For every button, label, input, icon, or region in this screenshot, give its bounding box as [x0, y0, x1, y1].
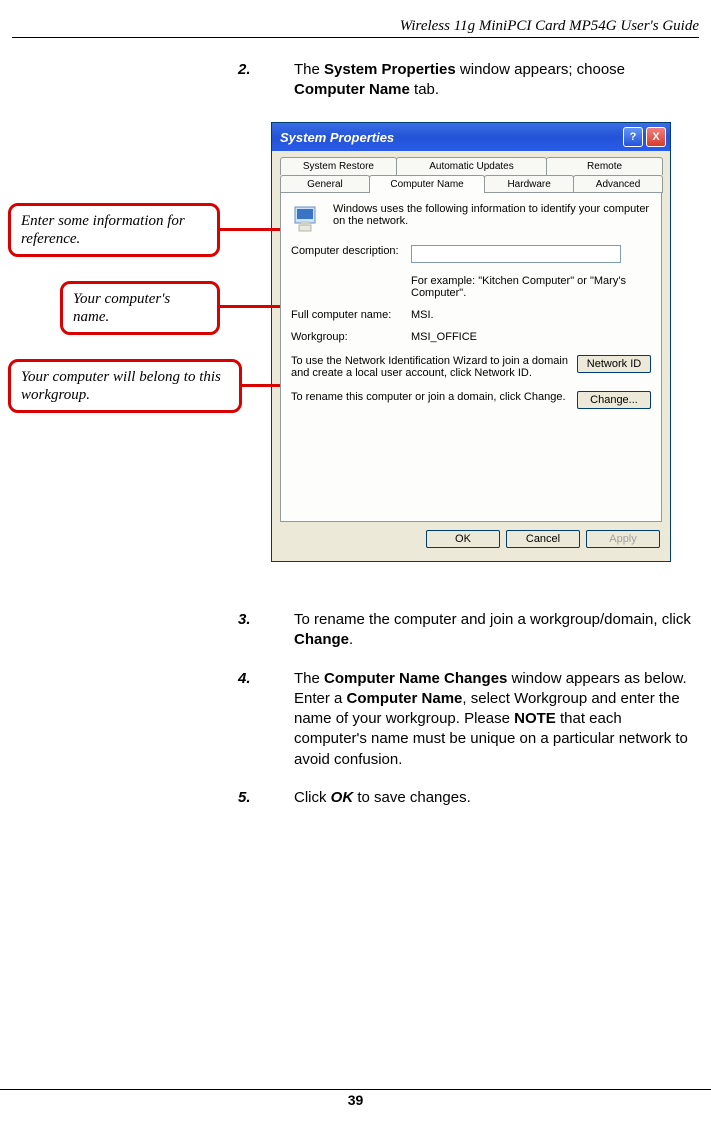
step-3-num: 3. [238, 610, 294, 651]
computer-description-hint: For example: "Kitchen Computer" or "Mary… [411, 275, 651, 299]
callout-description: Enter some information for reference. [8, 203, 220, 257]
network-id-button[interactable]: Network ID [577, 355, 651, 373]
change-button[interactable]: Change... [577, 391, 651, 409]
step-4-num: 4. [238, 669, 294, 770]
close-button[interactable]: X [646, 127, 666, 147]
dialog-titlebar[interactable]: System Properties ? X [272, 123, 670, 151]
computer-icon [291, 203, 323, 235]
system-properties-dialog: System Properties ? X System Restore Aut… [271, 122, 671, 562]
change-text: To rename this computer or join a domain… [291, 391, 577, 403]
tab-hardware[interactable]: Hardware [484, 175, 574, 193]
tab-automatic-updates[interactable]: Automatic Updates [396, 157, 547, 175]
tab-area: System Restore Automatic Updates Remote … [272, 151, 670, 530]
dialog-button-row: OK Cancel Apply [272, 530, 670, 558]
intro-text: Windows uses the following information t… [333, 203, 651, 227]
step-5-num: 5. [238, 788, 294, 808]
step-2-num: 2. [238, 60, 294, 101]
computer-name-panel: Windows uses the following information t… [280, 192, 662, 522]
callout-computer-name: Your computer's name. [60, 281, 220, 335]
guide-title: Wireless 11g MiniPCI Card MP54G User's G… [400, 18, 699, 34]
network-id-row: To use the Network Identification Wizard… [291, 355, 651, 379]
tab-row-front: General Computer Name Hardware Advanced [280, 175, 662, 193]
workgroup-value: MSI_OFFICE [411, 331, 651, 343]
full-computer-name-label: Full computer name: [291, 309, 411, 321]
step-5-text: Click OK to save changes. [294, 788, 698, 808]
step-2: 2. The System Properties window appears;… [238, 60, 698, 101]
dialog-title: System Properties [280, 130, 620, 145]
panel-intro: Windows uses the following information t… [291, 203, 651, 235]
tab-general[interactable]: General [280, 175, 370, 193]
step-3-text: To rename the computer and join a workgr… [294, 610, 698, 651]
apply-button[interactable]: Apply [586, 530, 660, 548]
step-4-text: The Computer Name Changes window appears… [294, 669, 698, 770]
lower-steps: 3. To rename the computer and join a wor… [238, 610, 698, 826]
content-area: 2. The System Properties window appears;… [238, 60, 698, 119]
network-id-text: To use the Network Identification Wizard… [291, 355, 577, 379]
tab-row-back: System Restore Automatic Updates Remote [280, 157, 662, 175]
tab-computer-name[interactable]: Computer Name [369, 175, 485, 193]
computer-description-label: Computer description: [291, 245, 411, 257]
step-4: 4. The Computer Name Changes window appe… [238, 669, 698, 770]
workgroup-row: Workgroup: MSI_OFFICE [291, 331, 651, 343]
tab-remote[interactable]: Remote [546, 157, 663, 175]
computer-description-row: Computer description: [291, 245, 651, 263]
step-3: 3. To rename the computer and join a wor… [238, 610, 698, 651]
callout-workgroup: Your computer will belong to this workgr… [8, 359, 242, 413]
page-number: 39 [348, 1092, 364, 1108]
computer-description-input[interactable] [411, 245, 621, 263]
step-2-text: The System Properties window appears; ch… [294, 60, 698, 101]
tab-advanced[interactable]: Advanced [573, 175, 663, 193]
page-header: Wireless 11g MiniPCI Card MP54G User's G… [12, 18, 699, 38]
computer-description-hint-row: For example: "Kitchen Computer" or "Mary… [291, 273, 651, 299]
workgroup-label: Workgroup: [291, 331, 411, 343]
full-computer-name-value: MSI. [411, 309, 651, 321]
tab-system-restore[interactable]: System Restore [280, 157, 397, 175]
full-computer-name-row: Full computer name: MSI. [291, 309, 651, 321]
step-5: 5. Click OK to save changes. [238, 788, 698, 808]
page-footer: 39 [0, 1089, 711, 1108]
help-button[interactable]: ? [623, 127, 643, 147]
ok-button[interactable]: OK [426, 530, 500, 548]
change-row: To rename this computer or join a domain… [291, 391, 651, 409]
cancel-button[interactable]: Cancel [506, 530, 580, 548]
